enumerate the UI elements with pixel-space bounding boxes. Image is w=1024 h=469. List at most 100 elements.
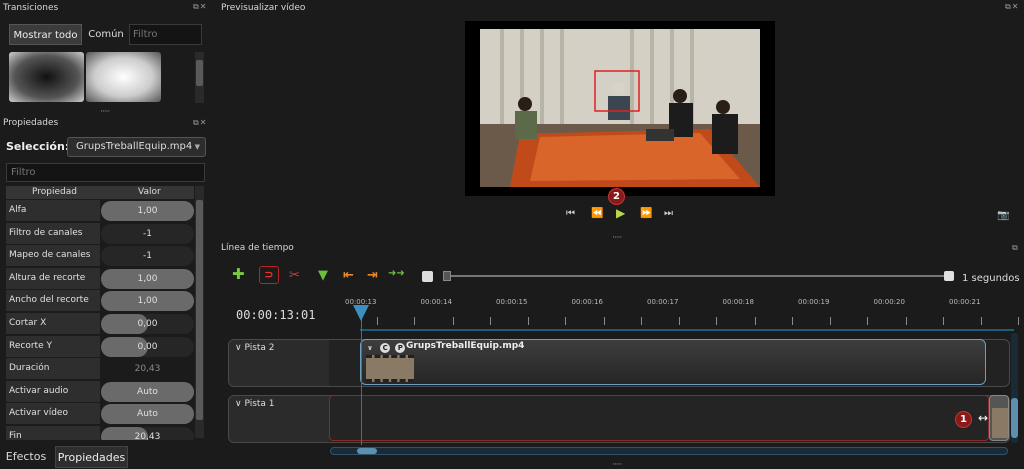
property-value: Auto [137, 409, 158, 420]
property-row[interactable]: Ancho del recorte 1,00 [6, 290, 194, 313]
transitions-scrollbar[interactable] [195, 52, 204, 103]
ruler-tick [679, 317, 680, 325]
ruler-tick [905, 317, 907, 325]
resize-cursor-icon: ↔ [978, 411, 989, 425]
show-all-button[interactable]: Mostrar todo [9, 24, 82, 45]
property-row[interactable]: Activar audio Auto [6, 380, 194, 404]
meeting-scene-image [480, 29, 760, 187]
video-clip[interactable]: ∨ C P GrupsTreballEquip.mp4 [360, 339, 986, 385]
dock-float-close-icon[interactable]: ⧉✕ [1005, 2, 1019, 12]
ruler-tick [414, 317, 415, 325]
splitter-grip[interactable]: ····· [100, 107, 110, 117]
jump-end-icon[interactable]: ⏭ [664, 208, 673, 219]
transition-thumbnail[interactable] [86, 52, 161, 102]
ruler-tick [528, 317, 529, 325]
preview-title: Previsualizar vídeo [221, 3, 306, 13]
ruler-tick [754, 317, 756, 325]
ruler-label: 00:00:15 [496, 298, 528, 306]
dock-float-close-icon[interactable]: ⧉✕ [193, 118, 207, 128]
razor-icon[interactable]: ✂ [289, 268, 300, 283]
property-value: 1,00 [137, 273, 158, 284]
property-row[interactable]: Filtro de canales -1 [6, 222, 194, 246]
snap-magnet-icon[interactable]: ⊃ [259, 266, 279, 284]
ruler-tick [791, 317, 793, 325]
previous-marker-icon[interactable]: ⇤ [343, 268, 354, 283]
clip-menu-icon[interactable]: ∨ [365, 343, 375, 353]
ruler-baseline [360, 329, 1014, 331]
property-row[interactable]: Cortar X 0,00 [6, 312, 194, 336]
zoom-slider[interactable] [447, 275, 945, 277]
dock-float-icon[interactable]: ⧉ [1012, 243, 1019, 253]
transitions-filter-input[interactable] [129, 24, 202, 45]
selection-value: GrupsTreballEquip.mp4 [76, 141, 193, 152]
properties-scrollbar[interactable] [195, 186, 204, 438]
ruler-label: 00:00:18 [722, 298, 754, 306]
property-value-slider[interactable]: -1 [101, 246, 194, 267]
ruler-tick [716, 317, 717, 325]
property-name: Ancho del recorte [6, 290, 100, 312]
property-row[interactable]: Alfa 1,00 [6, 200, 194, 223]
clip-badge-p[interactable]: P [395, 343, 406, 353]
playhead-handle[interactable] [353, 305, 369, 321]
properties-filter-input[interactable] [6, 163, 205, 182]
property-value-slider[interactable]: Auto [101, 404, 194, 425]
track-drop-area[interactable] [329, 395, 989, 441]
timeline-vertical-scrollbar[interactable] [1011, 333, 1018, 443]
transition-thumbnail[interactable] [9, 52, 84, 102]
selection-label: Selección: [6, 140, 70, 153]
properties-table: Alfa 1,00 Filtro de canales -1 Mapeo de cana… [6, 200, 194, 440]
property-value-slider[interactable]: 0,00 [101, 336, 194, 357]
property-value-slider[interactable]: 1,00 [101, 201, 194, 221]
timeline-ruler[interactable]: 00:00:13 00:00:14 00:00:15 00:00:16 00:00:17… [330, 298, 1020, 328]
center-playhead-icon[interactable]: ➜➜ [388, 268, 405, 279]
camera-icon[interactable]: 📷 [997, 210, 1009, 221]
rewind-icon[interactable]: ⏪ [591, 208, 603, 219]
splitter-grip[interactable]: ····· [612, 460, 622, 469]
selection-dropdown[interactable]: GrupsTreballEquip.mp4 ▼ [67, 137, 206, 157]
property-row[interactable]: Activar vídeo Auto [6, 403, 194, 426]
track-name: ∨ Pista 2 [235, 343, 275, 353]
property-value-slider[interactable]: 20,43 [101, 359, 194, 379]
ruler-tick [640, 317, 642, 325]
clip-name: GrupsTreballEquip.mp4 [406, 341, 525, 351]
property-value-slider[interactable]: 20,43 [101, 426, 194, 440]
property-value-slider[interactable]: -1 [101, 223, 194, 244]
tab-properties[interactable]: Propiedades [55, 446, 128, 468]
add-marker-icon[interactable]: ▼ [318, 268, 328, 283]
common-button[interactable]: Común [85, 24, 127, 45]
jump-start-icon[interactable]: ⏮ [566, 208, 575, 219]
timeline-horizontal-scrollbar[interactable] [330, 447, 1008, 455]
next-marker-icon[interactable]: ⇥ [367, 268, 378, 283]
zoom-fit-icon[interactable] [422, 271, 433, 282]
property-value-slider[interactable]: Auto [101, 381, 194, 402]
property-value-slider[interactable]: 1,00 [101, 291, 194, 312]
property-value-slider[interactable]: 1,00 [101, 268, 194, 289]
add-track-icon[interactable]: ✚ [232, 265, 245, 283]
property-row[interactable]: Duración 20,43 [6, 358, 194, 381]
clip-badge-c[interactable]: C [380, 343, 391, 353]
dock-float-close-icon[interactable]: ⧉✕ [193, 2, 207, 12]
zoom-slider-start-handle[interactable] [443, 271, 451, 281]
tab-effects[interactable]: Efectos [0, 446, 52, 468]
property-name: Altura de recorte [6, 267, 100, 289]
property-row[interactable]: Recorte Y 0,00 [6, 335, 194, 359]
ruler-label: 00:00:19 [798, 298, 830, 306]
playhead-line [361, 318, 362, 445]
property-row[interactable]: Fin 20,43 [6, 425, 194, 440]
video-frame [480, 29, 760, 187]
property-row[interactable]: Mapeo de canales -1 [6, 245, 194, 268]
splitter-grip[interactable]: ····· [612, 233, 622, 243]
track-name: ∨ Pista 1 [235, 399, 275, 409]
property-value: -1 [143, 228, 152, 239]
property-row[interactable]: Altura de recorte 1,00 [6, 267, 194, 291]
property-value: 0,00 [137, 318, 158, 329]
scrollbar-thumb[interactable] [357, 448, 377, 454]
zoom-slider-end-handle[interactable] [944, 271, 954, 281]
ruler-tick [867, 317, 868, 325]
video-clip-partial[interactable] [989, 395, 1009, 441]
property-value-slider[interactable]: 0,00 [101, 313, 194, 334]
ruler-label: 00:00:16 [571, 298, 603, 306]
fast-forward-icon[interactable]: ⏩ [640, 208, 652, 219]
clip-thumbnail [366, 355, 414, 382]
play-icon[interactable]: ▶ [616, 206, 625, 220]
